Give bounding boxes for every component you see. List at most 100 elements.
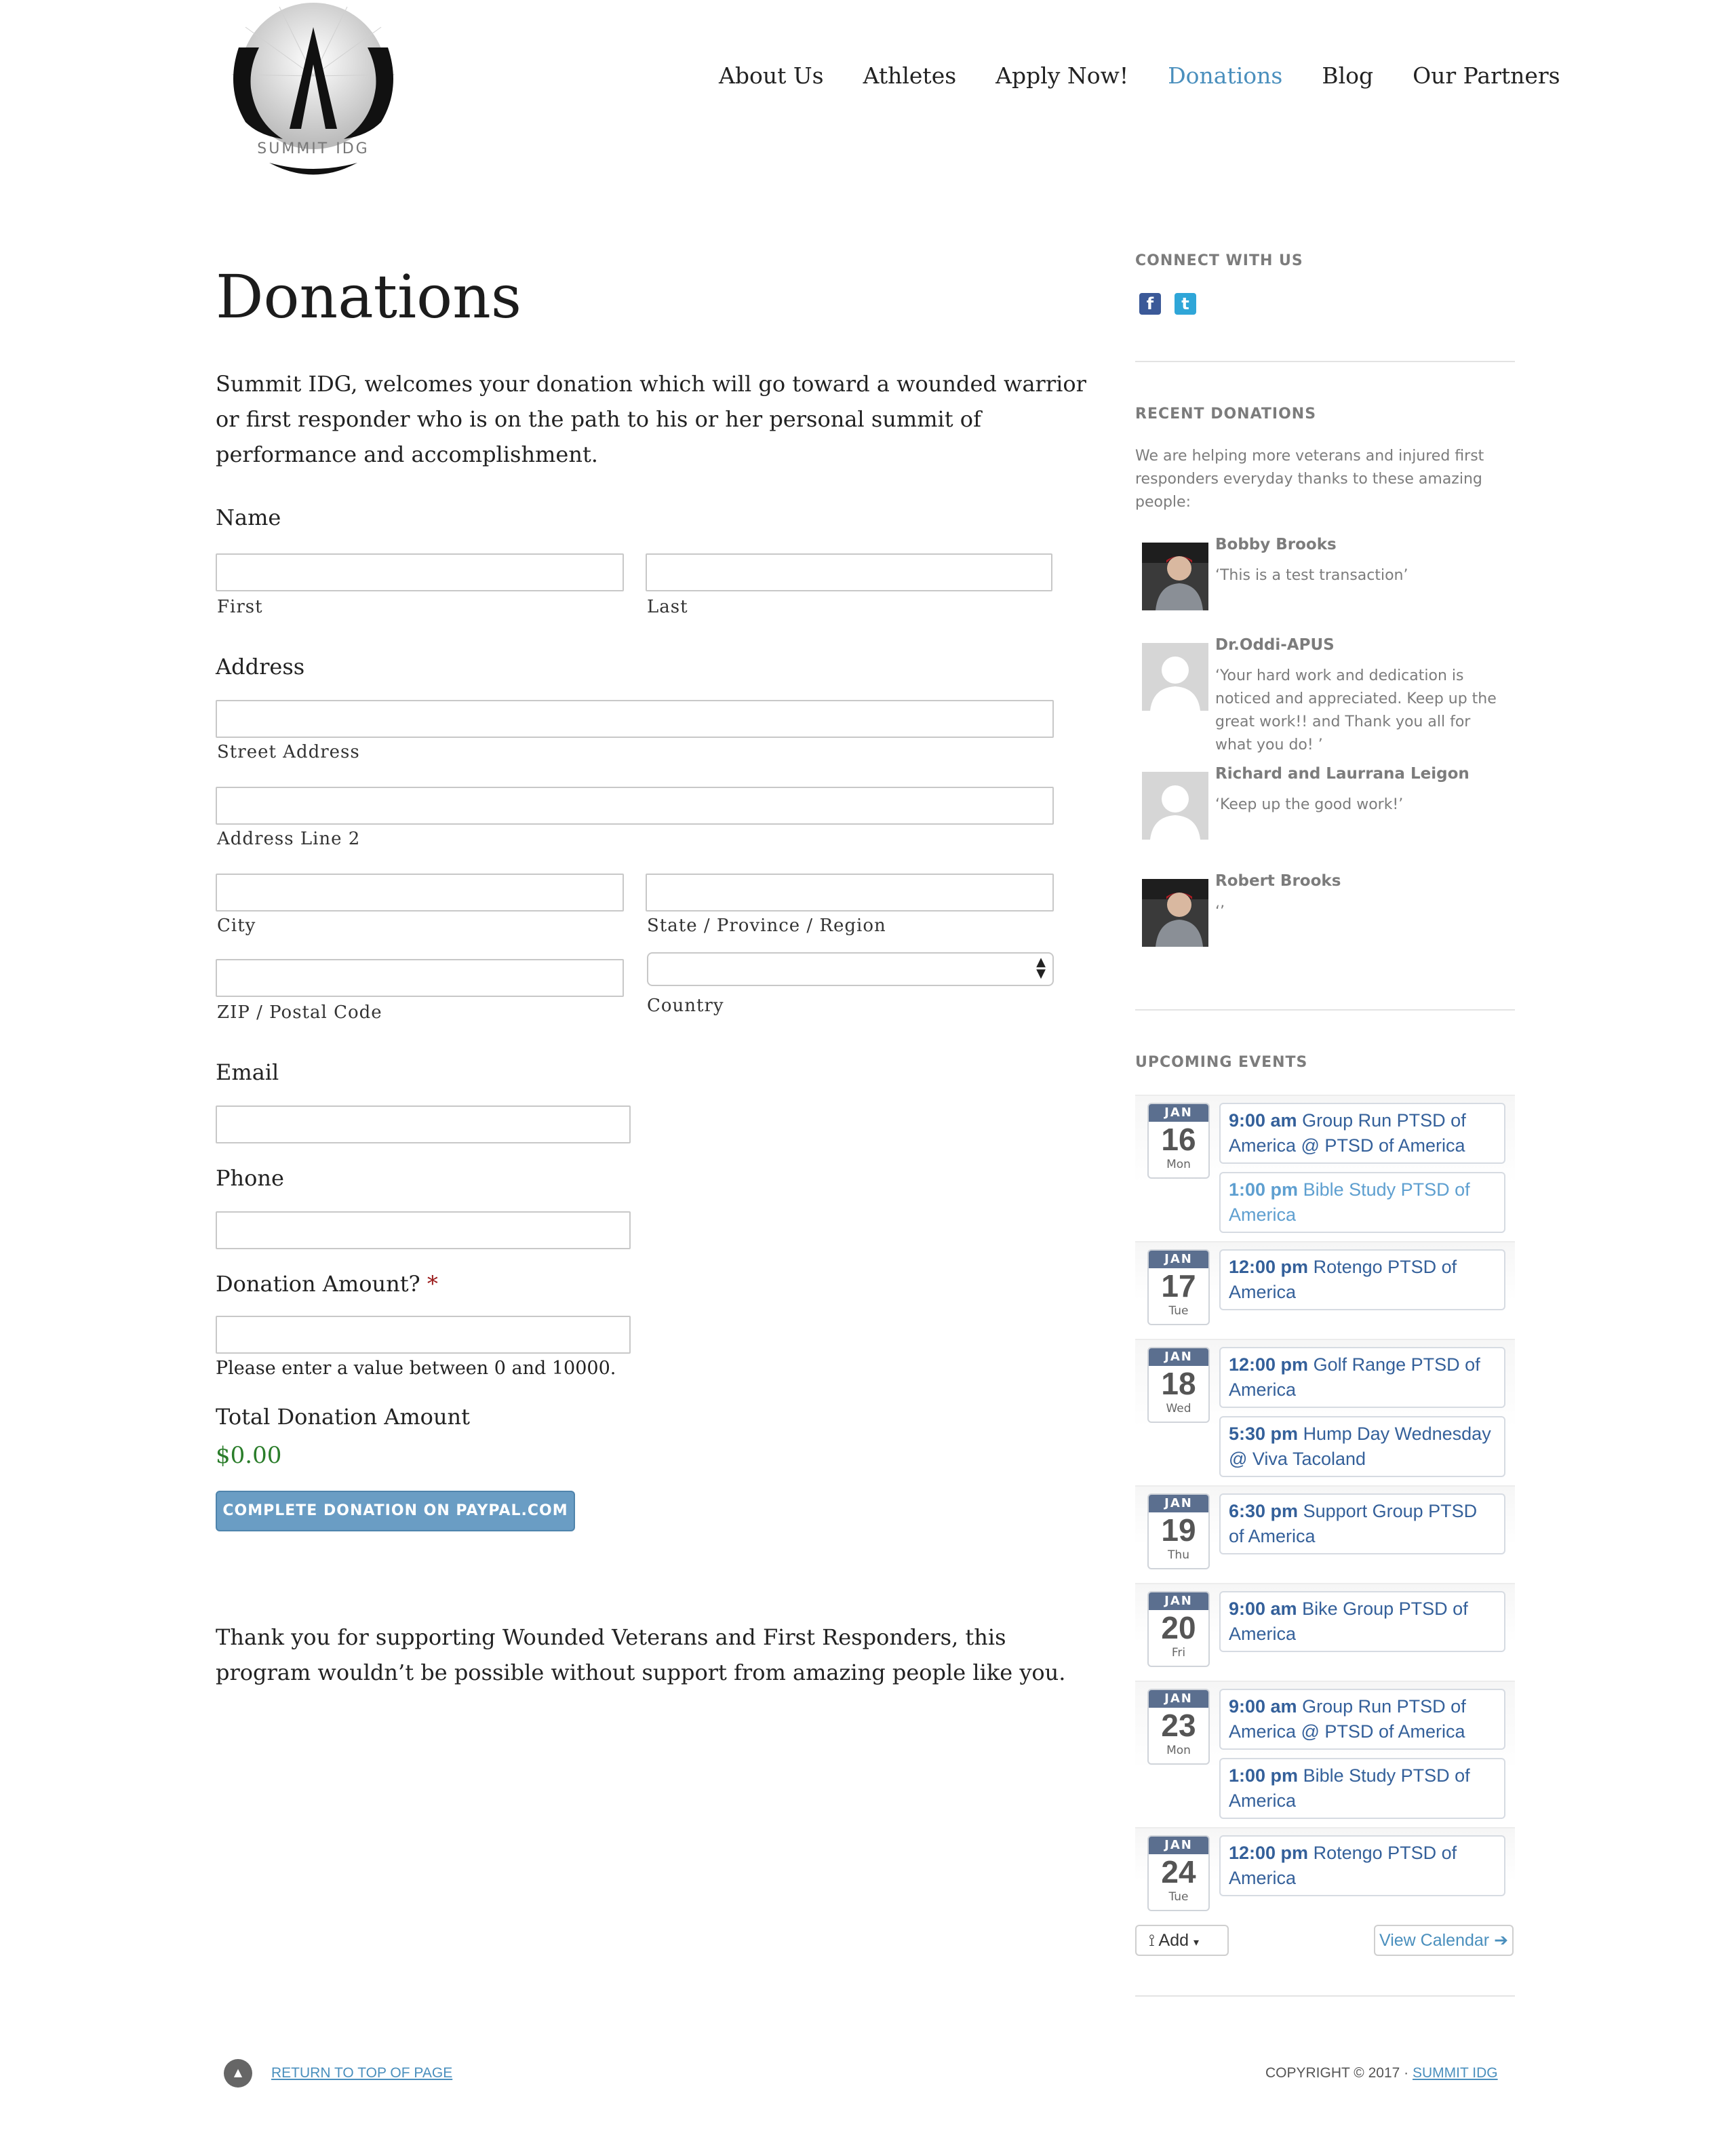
event-card[interactable]: 1:00 pm Bible Study PTSD of America [1219, 1758, 1505, 1819]
state-input[interactable] [646, 874, 1054, 912]
last-name-label: Last [647, 597, 688, 617]
donor-name: Robert Brooks [1215, 872, 1341, 890]
add-calendar-button[interactable]: ⟟ Add ▾ [1135, 1925, 1229, 1956]
page-title: Donations [216, 262, 521, 332]
event-time: 9:00 am [1229, 1696, 1297, 1717]
avatar [1142, 772, 1208, 840]
country-select[interactable]: ▲ ▼ [647, 952, 1054, 986]
event-day: JAN 20 Fri 9:00 am Bike Group PTSD of Ameri… [1135, 1583, 1515, 1681]
country-label: Country [647, 996, 724, 1016]
nav-about-us[interactable]: About Us [719, 62, 824, 89]
site-logo[interactable]: SUMMIT IDG [218, 0, 408, 183]
donor-name: Dr.Oddi-APUS [1215, 636, 1335, 654]
nav-our-partners[interactable]: Our Partners [1413, 62, 1560, 89]
twitter-icon[interactable]: t [1175, 293, 1196, 315]
event-time: 6:30 pm [1229, 1501, 1299, 1521]
complete-donation-button[interactable]: COMPLETE DONATION ON PAYPAL.COM [216, 1491, 575, 1531]
date-badge: JAN 19 Thu [1147, 1493, 1210, 1569]
copyright-text: COPYRIGHT © 2017 · [1265, 2065, 1409, 2081]
return-to-top-link[interactable]: RETURN TO TOP OF PAGE [271, 2065, 452, 2081]
street-address-input[interactable] [216, 700, 1054, 738]
nav-apply-now[interactable]: Apply Now! [995, 62, 1128, 89]
date-badge: JAN 18 Wed [1147, 1347, 1210, 1423]
first-name-input[interactable] [216, 553, 624, 591]
address-line2-label: Address Line 2 [217, 829, 361, 849]
name-label: Name [216, 505, 281, 530]
date-badge: JAN 23 Mon [1147, 1689, 1210, 1765]
donor-message: ‘This is a test transaction’ [1215, 567, 1408, 584]
date-month: JAN [1149, 1495, 1208, 1512]
donor-message: ‘Keep up the good work!’ [1215, 796, 1404, 813]
event-card[interactable]: 9:00 am Group Run PTSD of America @ PTSD… [1219, 1689, 1505, 1750]
date-weekday: Mon [1166, 1158, 1191, 1171]
date-month: JAN [1149, 1690, 1208, 1708]
event-card[interactable]: 9:00 am Group Run PTSD of America @ PTSD… [1219, 1103, 1505, 1164]
zip-label: ZIP / Postal Code [217, 1002, 382, 1023]
connect-title: CONNECT WITH US [1135, 252, 1303, 269]
total-donation-label: Total Donation Amount [216, 1404, 471, 1430]
donation-amount-input[interactable] [216, 1316, 631, 1354]
phone-label: Phone [216, 1165, 284, 1191]
date-day: 24 [1161, 1854, 1196, 1889]
event-card[interactable]: 1:00 pm Bible Study PTSD of America [1219, 1172, 1505, 1233]
summit-idg-link[interactable]: SUMMIT IDG [1413, 2065, 1498, 2081]
facebook-icon[interactable]: f [1139, 293, 1161, 315]
event-card[interactable]: 6:30 pm Support Group PTSD of America [1219, 1493, 1505, 1554]
avatar [1142, 643, 1208, 711]
intro-text: Summit IDG, welcomes your donation which… [216, 371, 1086, 467]
event-card[interactable]: 12:00 pm Rotengo PTSD of America [1219, 1835, 1505, 1896]
event-time: 12:00 pm [1229, 1843, 1309, 1863]
zip-input[interactable] [216, 959, 624, 997]
date-month: JAN [1149, 1251, 1208, 1268]
nav-donations[interactable]: Donations [1168, 62, 1282, 89]
event-card[interactable]: 12:00 pm Rotengo PTSD of America [1219, 1249, 1505, 1310]
first-name-label: First [217, 597, 263, 617]
required-mark: * [427, 1271, 438, 1297]
date-month: JAN [1149, 1348, 1208, 1366]
event-day: JAN 24 Tue 12:00 pm Rotengo PTSD of America [1135, 1827, 1515, 1915]
event-time: 9:00 am [1229, 1599, 1297, 1619]
date-weekday: Tue [1168, 1304, 1189, 1318]
donor-message: ‘’ [1215, 903, 1225, 920]
nav-blog[interactable]: Blog [1322, 62, 1373, 89]
donor-name: Richard and Laurrana Leigon [1215, 765, 1469, 783]
event-time: 12:00 pm [1229, 1257, 1309, 1277]
last-name-input[interactable] [646, 553, 1052, 591]
date-day: 16 [1161, 1122, 1196, 1157]
event-card[interactable]: 5:30 pm Hump Day Wednesday @ Viva Tacola… [1219, 1416, 1505, 1477]
event-card[interactable]: 9:00 am Bike Group PTSD of America [1219, 1591, 1505, 1652]
event-time: 1:00 pm [1229, 1179, 1299, 1200]
date-day: 23 [1161, 1708, 1196, 1743]
avatar [1142, 879, 1208, 947]
city-label: City [217, 916, 256, 936]
event-day: JAN 18 Wed 12:00 pm Golf Range PTSD of Amer… [1135, 1339, 1515, 1485]
phone-input[interactable] [216, 1211, 631, 1249]
nav-athletes[interactable]: Athletes [863, 62, 957, 89]
view-calendar-button[interactable]: View Calendar ➔ [1374, 1925, 1514, 1956]
date-month: JAN [1149, 1592, 1208, 1610]
date-weekday: Thu [1168, 1548, 1189, 1562]
view-calendar-label: View Calendar [1379, 1931, 1490, 1950]
state-label: State / Province / Region [647, 916, 886, 936]
email-label: Email [216, 1059, 279, 1085]
date-weekday: Tue [1168, 1890, 1189, 1904]
select-arrows-icon: ▲ ▼ [1036, 955, 1046, 981]
email-input[interactable] [216, 1105, 631, 1143]
arrow-up-icon[interactable]: ▲ [224, 2059, 252, 2088]
event-card[interactable]: 12:00 pm Golf Range PTSD of America [1219, 1347, 1505, 1408]
event-time: 1:00 pm [1229, 1765, 1299, 1786]
date-weekday: Mon [1166, 1744, 1191, 1757]
address-line2-input[interactable] [216, 787, 1054, 825]
divider [1135, 1009, 1515, 1011]
svg-text:SUMMIT IDG: SUMMIT IDG [257, 140, 369, 157]
event-time: 5:30 pm [1229, 1424, 1299, 1444]
date-badge: JAN 24 Tue [1147, 1835, 1210, 1911]
street-address-label: Street Address [217, 742, 360, 762]
city-input[interactable] [216, 874, 624, 912]
avatar [1142, 543, 1208, 610]
donation-amount-label: Donation Amount? * [216, 1271, 438, 1297]
donation-amount-label-text: Donation Amount? [216, 1271, 420, 1297]
rss-icon: ⟟ [1149, 1932, 1155, 1950]
main-navigation: About Us Athletes Apply Now! Donations Blog O… [719, 62, 1600, 89]
event-day: JAN 16 Mon 9:00 am Group Run PTSD of Americ… [1135, 1095, 1515, 1241]
